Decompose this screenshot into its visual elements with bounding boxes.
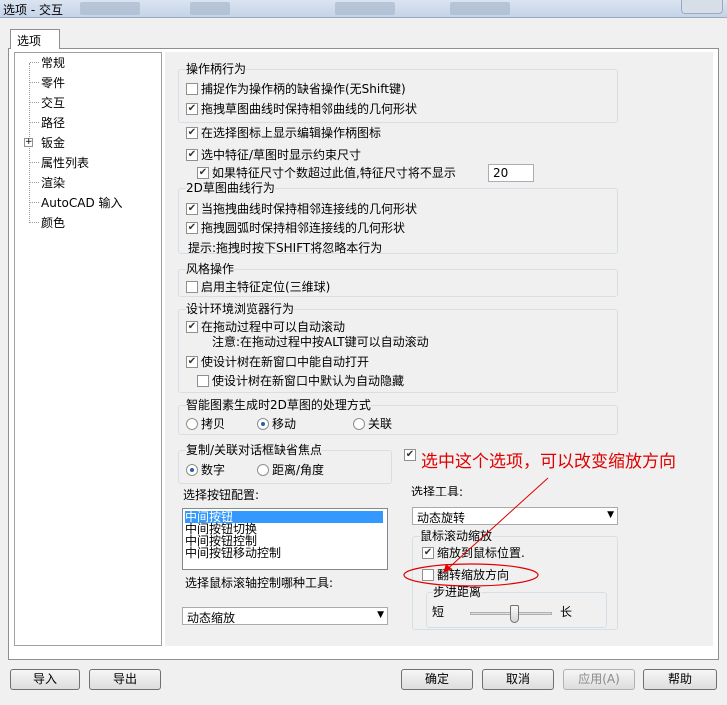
cancel-button[interactable]: 取消	[482, 669, 554, 690]
apply-button[interactable]: 应用(A)	[563, 669, 635, 690]
import-button[interactable]: 导入	[10, 669, 80, 690]
annotation-arrow-line	[442, 477, 549, 574]
tab-options[interactable]: 选项	[10, 29, 60, 49]
export-button[interactable]: 导出	[89, 669, 161, 690]
annotation-ellipse	[403, 563, 539, 587]
annotation-overlay	[403, 477, 549, 587]
ok-button[interactable]: 确定	[401, 669, 473, 690]
help-button[interactable]: 帮助	[643, 669, 717, 690]
tab-label: 选项	[17, 34, 42, 48]
